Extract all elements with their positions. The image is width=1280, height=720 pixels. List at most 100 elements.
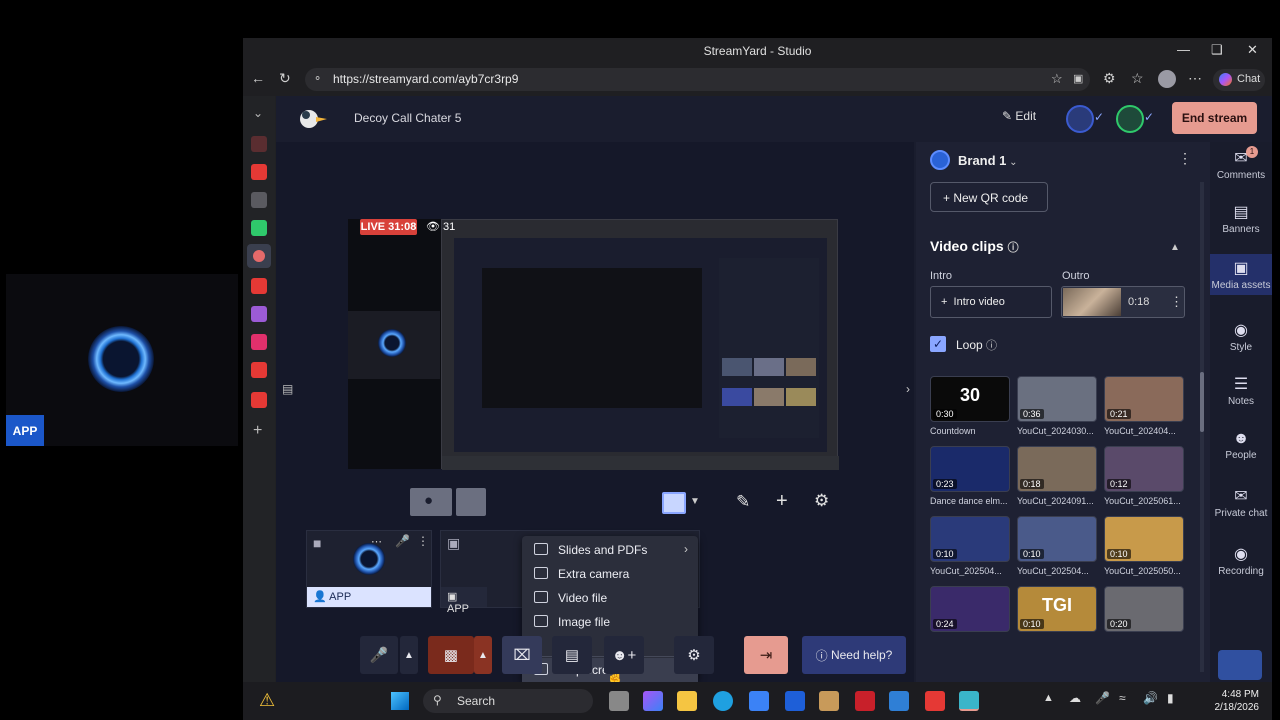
rail-item-comments[interactable]: ✉ Comments 1 [1210, 146, 1272, 181]
settings-button[interactable]: ⚙ [674, 636, 714, 674]
app-icon[interactable] [819, 691, 839, 711]
add-layout-icon[interactable]: + [776, 490, 788, 513]
camera-options-button[interactable]: ▲ [474, 636, 492, 674]
youtube-icon[interactable] [925, 691, 945, 711]
kebab-icon[interactable]: ⋮ [1170, 294, 1183, 310]
store-icon[interactable] [749, 691, 769, 711]
loop-checkbox[interactable]: ✓ [930, 336, 946, 352]
bookmark-star-icon[interactable]: ☆ [1051, 71, 1063, 87]
menu-item-image-file[interactable]: Image file [522, 610, 698, 634]
address-bar[interactable]: ⚬ https://streamyard.com/ayb7cr3rp9 ☆ ▣ [305, 68, 1090, 91]
tab-favicon[interactable] [251, 136, 267, 152]
rail-item-style[interactable]: ◉ Style [1210, 320, 1272, 353]
menu-item-video-file[interactable]: Video file [522, 586, 698, 610]
end-stream-button[interactable]: End stream [1172, 102, 1257, 134]
camera-off-button[interactable]: ▩ [428, 636, 474, 674]
mic-button[interactable]: 🎤 [360, 636, 398, 674]
gear-icon[interactable]: ⚙ [814, 491, 829, 511]
sidebar-toggle-icon[interactable]: ▤ [282, 382, 293, 396]
video-clip[interactable]: TGI 0:10 [1017, 586, 1097, 632]
wifi-icon[interactable]: ≈ [1119, 691, 1126, 705]
brand-selector[interactable]: Brand 1 ⌄ [958, 152, 1018, 170]
mic-icon[interactable]: 🎤 [1095, 691, 1110, 705]
tab-favicon[interactable] [251, 362, 267, 378]
tab-favicon[interactable] [251, 220, 267, 236]
chevron-down-icon[interactable]: ▼ [690, 496, 700, 507]
more-menu-icon[interactable]: ⋯ [1188, 70, 1202, 87]
layout-solo-button[interactable]: ● [410, 488, 452, 516]
app-switch-button[interactable] [1218, 650, 1262, 680]
tab-favicon[interactable] [251, 278, 267, 294]
menu-item-slides[interactable]: Slides and PDFs › [522, 538, 698, 562]
close-icon[interactable]: ✕ [1247, 42, 1258, 58]
mic-icon[interactable]: 🎤 [395, 534, 410, 548]
present-button[interactable]: ▤ [552, 636, 592, 674]
menu-item-extra-camera[interactable]: Extra camera [522, 562, 698, 586]
panel-collapse-icon[interactable]: › [906, 382, 910, 396]
video-clip[interactable]: 0:18 [1017, 446, 1097, 492]
profile-avatar[interactable] [1158, 70, 1176, 88]
app-icon[interactable] [785, 691, 805, 711]
video-clip[interactable]: 0:10 [1017, 516, 1097, 562]
rail-item-people[interactable]: ☻ People [1210, 430, 1272, 461]
app-icon[interactable] [889, 691, 909, 711]
new-qr-code-button[interactable]: + New QR code [930, 182, 1048, 212]
rail-item-private-chat[interactable]: ✉ Private chat [1210, 486, 1272, 519]
video-clip[interactable]: 0:12 [1104, 446, 1184, 492]
tab-favicon[interactable] [251, 334, 267, 350]
layout-group-button[interactable] [456, 488, 486, 516]
video-clip[interactable]: 0:10 [930, 516, 1010, 562]
intro-video-button[interactable]: + Intro video [930, 286, 1052, 318]
new-tab-icon[interactable]: + [253, 422, 262, 440]
maximize-icon[interactable]: ❑ [1211, 42, 1223, 58]
tab-collapse-icon[interactable]: ⌄ [253, 106, 263, 120]
minimize-icon[interactable]: — [1177, 42, 1190, 57]
kebab-icon[interactable]: ⋮ [1178, 150, 1192, 167]
taskbar-search[interactable]: ⚲ Search [423, 689, 593, 713]
site-info-icon[interactable]: ⚬ [313, 72, 322, 85]
tab-favicon[interactable] [251, 306, 267, 322]
help-icon[interactable]: ⓘ [986, 340, 997, 352]
onedrive-icon[interactable]: ☁ [1069, 691, 1081, 705]
file-explorer-icon[interactable] [677, 691, 697, 711]
mic-options-button[interactable]: ▲ [400, 636, 418, 674]
favorites-icon[interactable]: ☆ [1131, 70, 1144, 87]
need-help-button[interactable]: ⓘ Need help? [802, 636, 906, 674]
reload-icon[interactable]: ↻ [279, 70, 291, 87]
video-clip[interactable]: 0:24 [930, 586, 1010, 632]
video-clip[interactable]: 0:36 [1017, 376, 1097, 422]
task-view-icon[interactable] [609, 691, 629, 711]
panel-scroll-thumb[interactable] [1200, 372, 1204, 432]
rail-item-notes[interactable]: ☰ Notes [1210, 374, 1272, 407]
volume-icon[interactable]: 🔊 [1143, 691, 1158, 705]
taskbar-clock[interactable]: 4:48 PM 2/18/2026 [1203, 688, 1260, 714]
help-icon[interactable]: ⓘ [1008, 242, 1019, 254]
start-icon[interactable] [391, 692, 409, 710]
streamyard-app-icon[interactable] [959, 691, 979, 711]
outro-video[interactable]: 0:18 ⋮ [1061, 286, 1185, 318]
video-clip[interactable]: 0:21 [1104, 376, 1184, 422]
tab-favicon[interactable] [251, 164, 267, 180]
destination-youtube[interactable] [1066, 105, 1094, 133]
camera-permission-icon[interactable]: ▣ [1073, 72, 1083, 85]
leave-studio-button[interactable]: ⇥ [744, 636, 788, 674]
video-clip[interactable]: 0:20 [1104, 586, 1184, 632]
tab-favicon-active[interactable] [247, 244, 271, 268]
edge-icon[interactable] [713, 691, 733, 711]
chevron-up-icon[interactable]: ▲ [1170, 242, 1180, 253]
camera-tile[interactable]: ■ ⋯ 🎤 ⋮ 👤 APP [306, 530, 432, 608]
kebab-icon[interactable]: ⋮ [417, 534, 429, 548]
rail-item-media-assets[interactable]: ▣ Media assets [1210, 254, 1272, 295]
layout-screen-button[interactable] [662, 492, 686, 514]
mcafee-icon[interactable] [855, 691, 875, 711]
pencil-icon[interactable]: ✎ [736, 492, 750, 512]
back-icon[interactable]: ← [251, 70, 265, 86]
battery-icon[interactable]: ▮ [1167, 691, 1174, 705]
widgets-icon[interactable]: ⚠ [259, 690, 275, 711]
tab-favicon[interactable] [251, 392, 267, 408]
rail-item-banners[interactable]: ▤ Banners [1210, 202, 1272, 235]
edit-button[interactable]: ✎ Edit [1002, 109, 1036, 123]
more-icon[interactable]: ⋯ [371, 535, 382, 548]
video-clip[interactable]: 30 0:30 [930, 376, 1010, 422]
copilot-icon[interactable] [643, 691, 663, 711]
